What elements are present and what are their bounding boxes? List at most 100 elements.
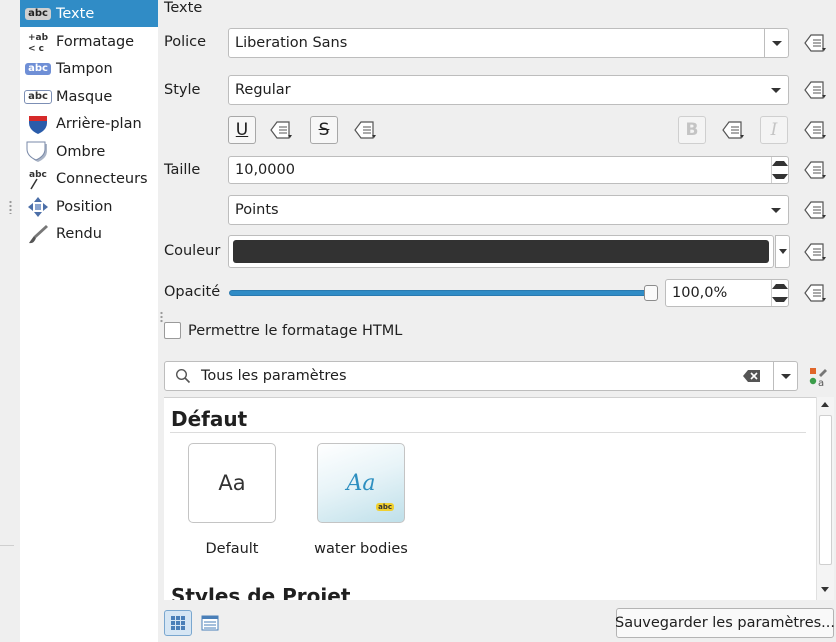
abc-badge-icon: abc xyxy=(376,503,394,511)
text-abc-icon: abc xyxy=(20,0,56,27)
grid-view-icon xyxy=(171,616,185,630)
scrollbar-thumb[interactable] xyxy=(819,415,832,565)
bold-toggle[interactable]: B xyxy=(678,116,706,144)
sidebar-item-position[interactable]: Position xyxy=(20,193,158,220)
strikeout-toggle[interactable]: S xyxy=(310,116,338,144)
color-menu-button[interactable] xyxy=(775,235,790,268)
opacity-label: Opacité xyxy=(164,284,221,300)
data-defined-override-icon[interactable] xyxy=(718,117,748,143)
color-label: Couleur xyxy=(164,243,221,259)
svg-text:a: a xyxy=(818,378,824,388)
mask-icon: abc xyxy=(20,83,56,110)
tile-preview: Aa xyxy=(218,471,246,495)
chevron-down-icon[interactable] xyxy=(764,76,788,104)
opacity-spinbox[interactable]: 100,0% xyxy=(665,279,789,307)
style-label: Style xyxy=(164,82,201,98)
svg-text:abc: abc xyxy=(29,170,47,180)
data-defined-override-icon[interactable] xyxy=(800,197,830,223)
sidebar-item-label: Masque xyxy=(56,88,113,105)
size-label: Taille xyxy=(164,162,201,178)
data-defined-override-icon[interactable] xyxy=(800,117,830,143)
style-tile-default[interactable]: Aa xyxy=(188,443,276,523)
html-formatting-label: Permettre le formatage HTML xyxy=(188,323,403,339)
tile-caption: water bodies xyxy=(314,541,408,557)
opacity-value: 100,0% xyxy=(672,285,728,301)
svg-text:< c: < c xyxy=(28,44,44,53)
font-combobox[interactable]: Liberation Sans xyxy=(228,28,789,58)
gallery-scrollbar[interactable] xyxy=(816,397,834,600)
rendering-brush-icon xyxy=(20,220,56,247)
style-combobox[interactable]: Regular xyxy=(228,75,789,105)
opacity-stepper[interactable] xyxy=(771,280,788,306)
stepper-down-icon[interactable] xyxy=(772,293,788,306)
data-defined-override-icon[interactable] xyxy=(800,77,830,103)
chevron-down-icon[interactable] xyxy=(764,196,788,224)
tile-preview: Aa xyxy=(346,470,376,496)
list-view-button[interactable] xyxy=(196,610,224,636)
sidebar-item-masque[interactable]: abc Masque xyxy=(20,83,158,110)
chevron-down-icon[interactable] xyxy=(764,29,788,57)
data-defined-override-icon[interactable] xyxy=(800,30,830,56)
search-input[interactable]: Tous les paramètres xyxy=(201,368,347,384)
sidebar-item-label: Position xyxy=(56,198,113,215)
size-unit-combobox[interactable]: Points xyxy=(228,195,789,225)
splitter-handle[interactable] xyxy=(160,311,163,323)
scroll-down-icon[interactable] xyxy=(821,587,829,592)
divider xyxy=(0,545,14,546)
style-search-box[interactable]: Tous les paramètres xyxy=(164,361,798,391)
clear-input-icon[interactable] xyxy=(743,369,761,387)
size-unit-value: Points xyxy=(235,202,279,218)
data-defined-override-icon[interactable] xyxy=(800,157,830,183)
sidebar-item-tampon[interactable]: abc Tampon xyxy=(20,55,158,82)
sidebar-item-connecteurs[interactable]: abc Connecteurs xyxy=(20,165,158,192)
buffer-icon: abc xyxy=(20,55,56,82)
html-formatting-checkbox[interactable] xyxy=(164,322,181,339)
stepper-down-icon[interactable] xyxy=(772,170,788,183)
sidebar-item-label: Tampon xyxy=(56,60,113,77)
size-spinbox[interactable]: 10,0000 xyxy=(228,156,789,184)
tile-caption: Default xyxy=(205,541,259,557)
sidebar-item-label: Formatage xyxy=(56,33,135,50)
sidebar-item-label: Rendu xyxy=(56,225,102,242)
sidebar-item-label: Arrière-plan xyxy=(56,115,142,132)
sidebar-item-texte[interactable]: abc Texte xyxy=(20,0,158,27)
sidebar-item-arriere-plan[interactable]: Arrière-plan xyxy=(20,110,158,137)
search-icon xyxy=(175,368,191,384)
stepper-up-icon[interactable] xyxy=(772,157,788,170)
opacity-slider[interactable] xyxy=(229,285,658,301)
splitter-handle[interactable] xyxy=(9,200,12,214)
sidebar-item-formatage[interactable]: +ab < c Formatage xyxy=(20,28,158,55)
size-stepper[interactable] xyxy=(771,157,788,183)
list-view-icon xyxy=(201,615,219,631)
divider xyxy=(170,432,806,433)
color-button[interactable] xyxy=(228,235,774,268)
position-arrows-icon xyxy=(20,193,56,220)
stepper-up-icon[interactable] xyxy=(772,280,788,293)
style-value: Regular xyxy=(235,82,291,98)
icon-view-button[interactable] xyxy=(164,610,192,636)
scroll-up-icon[interactable] xyxy=(821,402,829,407)
sidebar-item-label: Texte xyxy=(56,5,95,22)
style-gallery: Défaut Aa Default Aa abc water bodies St… xyxy=(164,397,834,600)
section-title: Texte xyxy=(164,0,203,16)
left-splitter[interactable] xyxy=(0,0,20,642)
italic-toggle[interactable]: I xyxy=(760,116,788,144)
sidebar-item-ombre[interactable]: Ombre xyxy=(20,138,158,165)
data-defined-override-icon[interactable] xyxy=(266,117,296,143)
underline-toggle[interactable]: U xyxy=(228,116,256,144)
data-defined-override-icon[interactable] xyxy=(350,117,380,143)
svg-text:+ab: +ab xyxy=(28,33,49,43)
sidebar-item-rendu[interactable]: Rendu xyxy=(20,220,158,247)
gallery-group-default: Défaut xyxy=(171,407,248,431)
style-manager-icon[interactable]: a xyxy=(808,366,830,392)
font-value: Liberation Sans xyxy=(235,35,348,51)
sidebar-item-label: Ombre xyxy=(56,143,106,160)
save-settings-button[interactable]: Sauvegarder les paramètres... xyxy=(615,608,835,638)
chevron-down-icon[interactable] xyxy=(773,362,797,390)
font-label: Police xyxy=(164,34,207,50)
data-defined-override-icon[interactable] xyxy=(800,280,830,306)
slider-handle[interactable] xyxy=(644,285,658,301)
style-tile-water-bodies[interactable]: Aa abc xyxy=(317,443,405,523)
properties-sidebar: abc Texte +ab < c Formatage abc Tampon a… xyxy=(20,0,158,642)
data-defined-override-icon[interactable] xyxy=(800,239,830,265)
